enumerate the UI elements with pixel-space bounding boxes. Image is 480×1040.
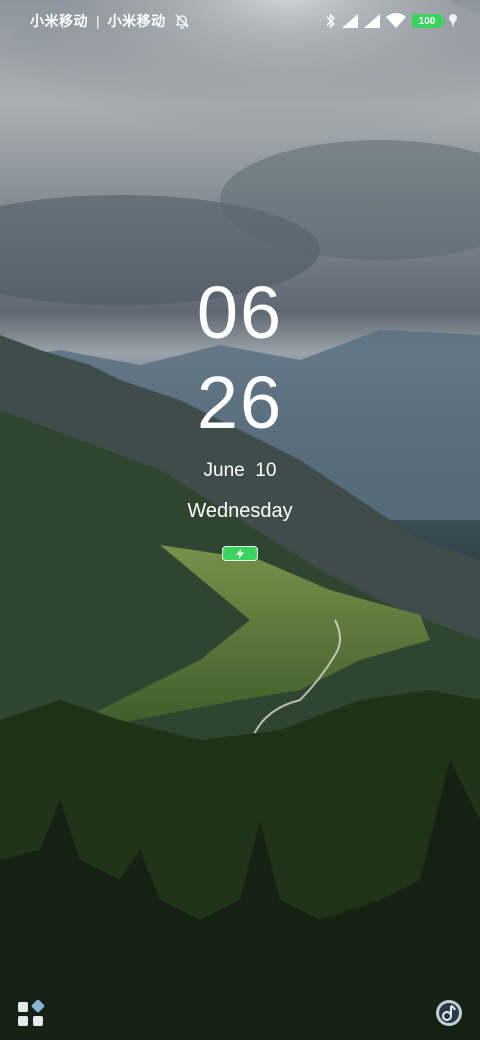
clock-minute: 26 — [196, 361, 284, 444]
app-grid-button[interactable] — [16, 1000, 46, 1028]
status-left: 小米移动 | 小米移动 — [30, 11, 190, 31]
charging-indicator — [222, 546, 258, 561]
date-label: June 10 — [203, 460, 277, 481]
clock-hour: 06 — [196, 271, 284, 354]
carrier-name-1: 小米移动 — [30, 13, 88, 29]
bluetooth-icon — [326, 13, 336, 29]
location-icon — [448, 13, 458, 29]
battery-icon: 100 — [412, 14, 445, 28]
weekday-label: Wednesday — [187, 500, 293, 522]
signal-icon — [364, 14, 380, 28]
status-bar: 小米移动 | 小米移动 100 — [0, 0, 480, 42]
lock-screen: 小米移动 | 小米移动 100 06 26 June 10 Wednesday — [0, 0, 480, 1040]
wifi-icon — [386, 13, 406, 29]
carrier-separator: | — [96, 13, 100, 29]
music-note-icon — [434, 998, 464, 1028]
carrier-name-2: 小米移动 — [107, 13, 166, 29]
signal-icon — [342, 14, 358, 28]
music-button[interactable] — [434, 998, 464, 1028]
bell-off-icon — [174, 13, 190, 29]
status-right: 100 — [326, 13, 458, 29]
app-grid-icon — [16, 1000, 46, 1028]
charging-bolt-icon — [235, 548, 245, 559]
